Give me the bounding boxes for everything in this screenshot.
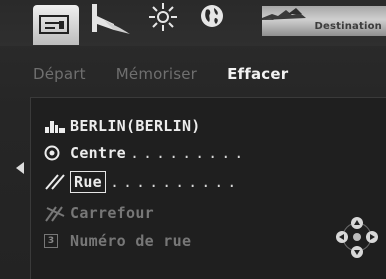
- house-number-label: Numéro de rue: [70, 232, 192, 250]
- centre-row[interactable]: Centre .........: [44, 142, 247, 164]
- city-name: BERLIN(BERLIN): [70, 117, 201, 135]
- navigation-screen: Destination Départ Mémoriser Effacer BER…: [0, 0, 386, 279]
- sun-tab[interactable]: [148, 2, 178, 38]
- city-skyline-icon: [44, 116, 70, 136]
- centre-dots: .........: [130, 144, 248, 162]
- number-box-icon: 3: [44, 234, 58, 248]
- centre-label: Centre: [70, 144, 126, 162]
- menu-item-memoriser[interactable]: Mémoriser: [116, 65, 197, 83]
- number-box-icon-wrap: 3: [44, 231, 70, 251]
- crossing-label: Carrefour: [70, 204, 154, 222]
- street-row[interactable]: Rue ..........: [44, 171, 240, 193]
- menu-item-depart[interactable]: Départ: [33, 65, 86, 83]
- menu-item-effacer[interactable]: Effacer: [227, 65, 288, 83]
- target-icon: [44, 143, 70, 163]
- destination-label: Destination: [314, 21, 382, 32]
- street-dots: ..........: [110, 173, 241, 191]
- road-lines-icon: [44, 172, 70, 192]
- crossroad-icon: [44, 203, 70, 223]
- globe-tab[interactable]: [198, 2, 226, 38]
- city-row[interactable]: BERLIN(BERLIN): [44, 115, 201, 137]
- street-label: Rue: [70, 171, 106, 193]
- joystick-icon: [330, 214, 384, 264]
- house-number-row[interactable]: 3 Numéro de rue: [44, 230, 191, 252]
- globe-icon: [201, 5, 223, 27]
- road-icon: [92, 4, 130, 34]
- action-menu: Départ Mémoriser Effacer: [33, 64, 318, 84]
- address-card-icon: [39, 15, 69, 34]
- sun-icon: [149, 3, 177, 31]
- road-tab[interactable]: [90, 2, 132, 38]
- destination-tab[interactable]: Destination: [262, 6, 386, 36]
- crossing-row[interactable]: Carrefour: [44, 202, 154, 224]
- left-arrow-icon[interactable]: [16, 162, 24, 174]
- top-tab-bar: Destination: [0, 0, 386, 46]
- address-card-tab[interactable]: [33, 5, 79, 45]
